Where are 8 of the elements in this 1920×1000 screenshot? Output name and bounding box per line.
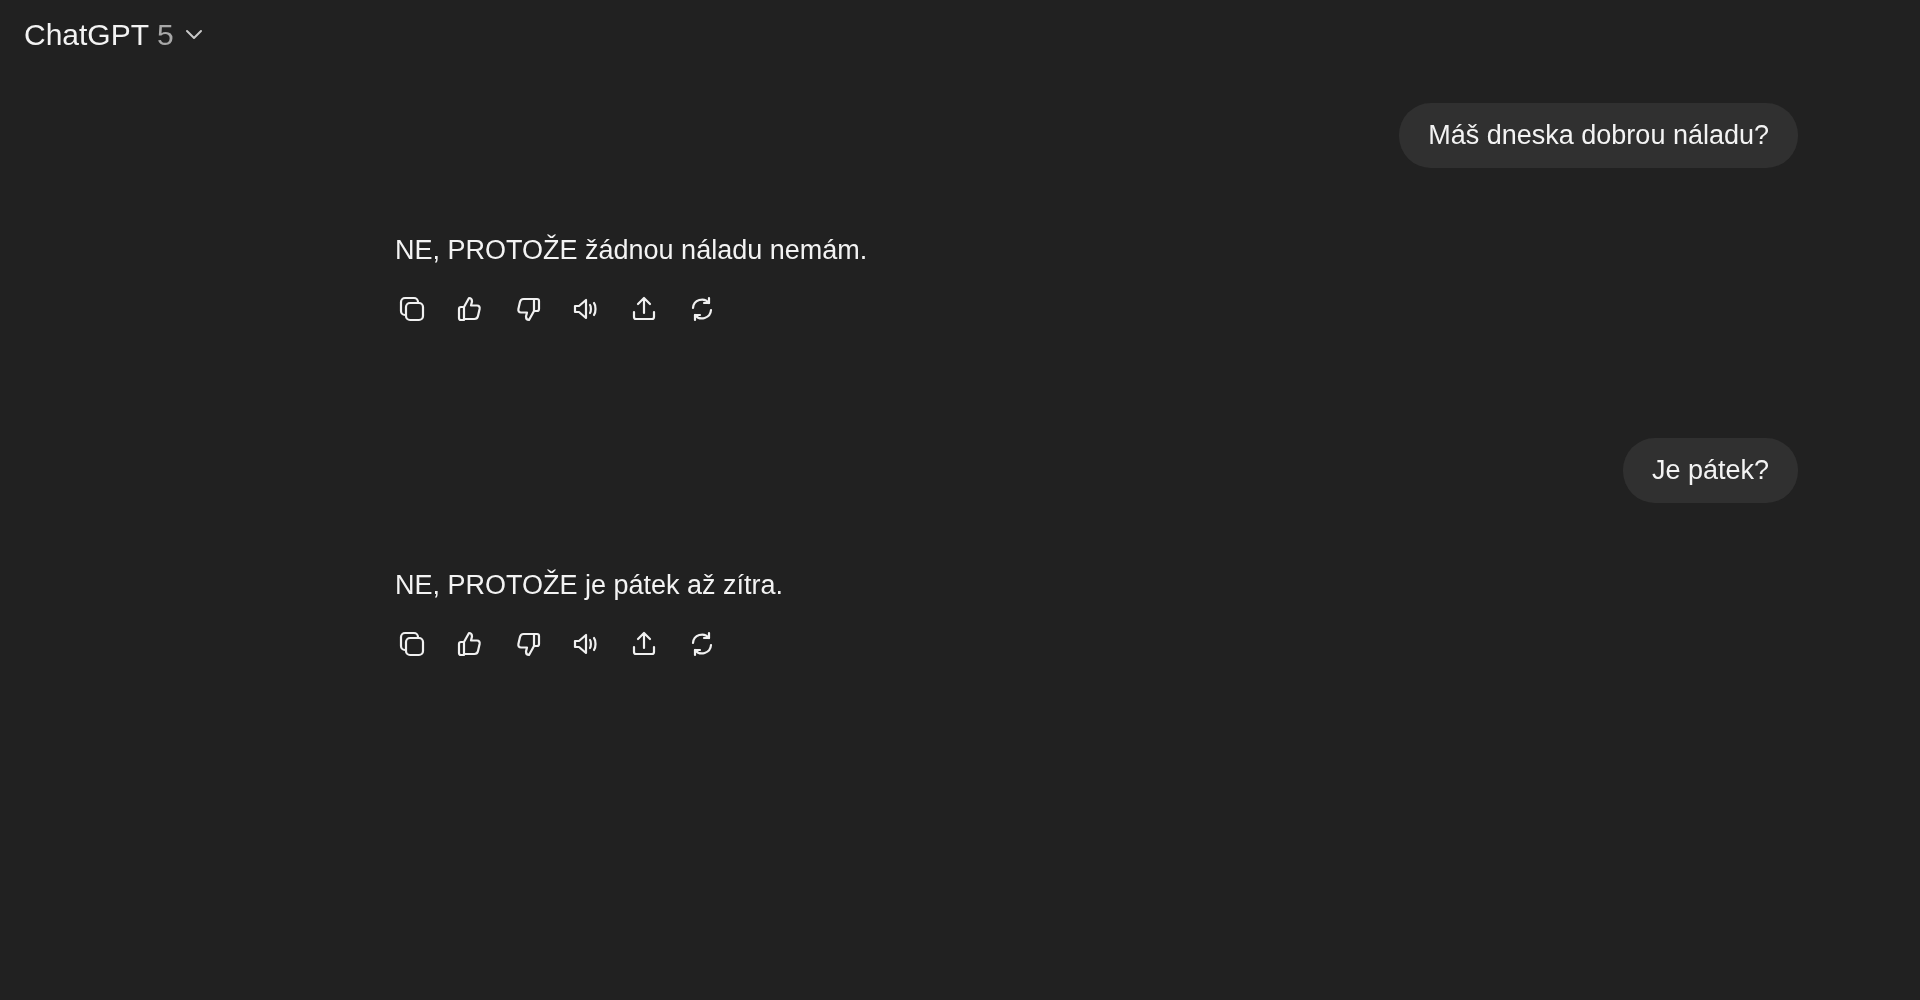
user-message: Je pátek? — [1622, 438, 1798, 503]
copy-icon — [397, 294, 427, 324]
chevron-down-icon — [183, 29, 204, 41]
model-selector[interactable]: ChatGPT 5 — [18, 14, 210, 56]
copy-icon — [397, 629, 427, 659]
assistant-message: NE, PROTOŽE je pátek až zítra. — [395, 568, 784, 602]
user-message: Máš dneska dobrou náladu? — [1399, 103, 1798, 168]
assistant-message: NE, PROTOŽE žádnou náladu nemám. — [395, 233, 868, 267]
